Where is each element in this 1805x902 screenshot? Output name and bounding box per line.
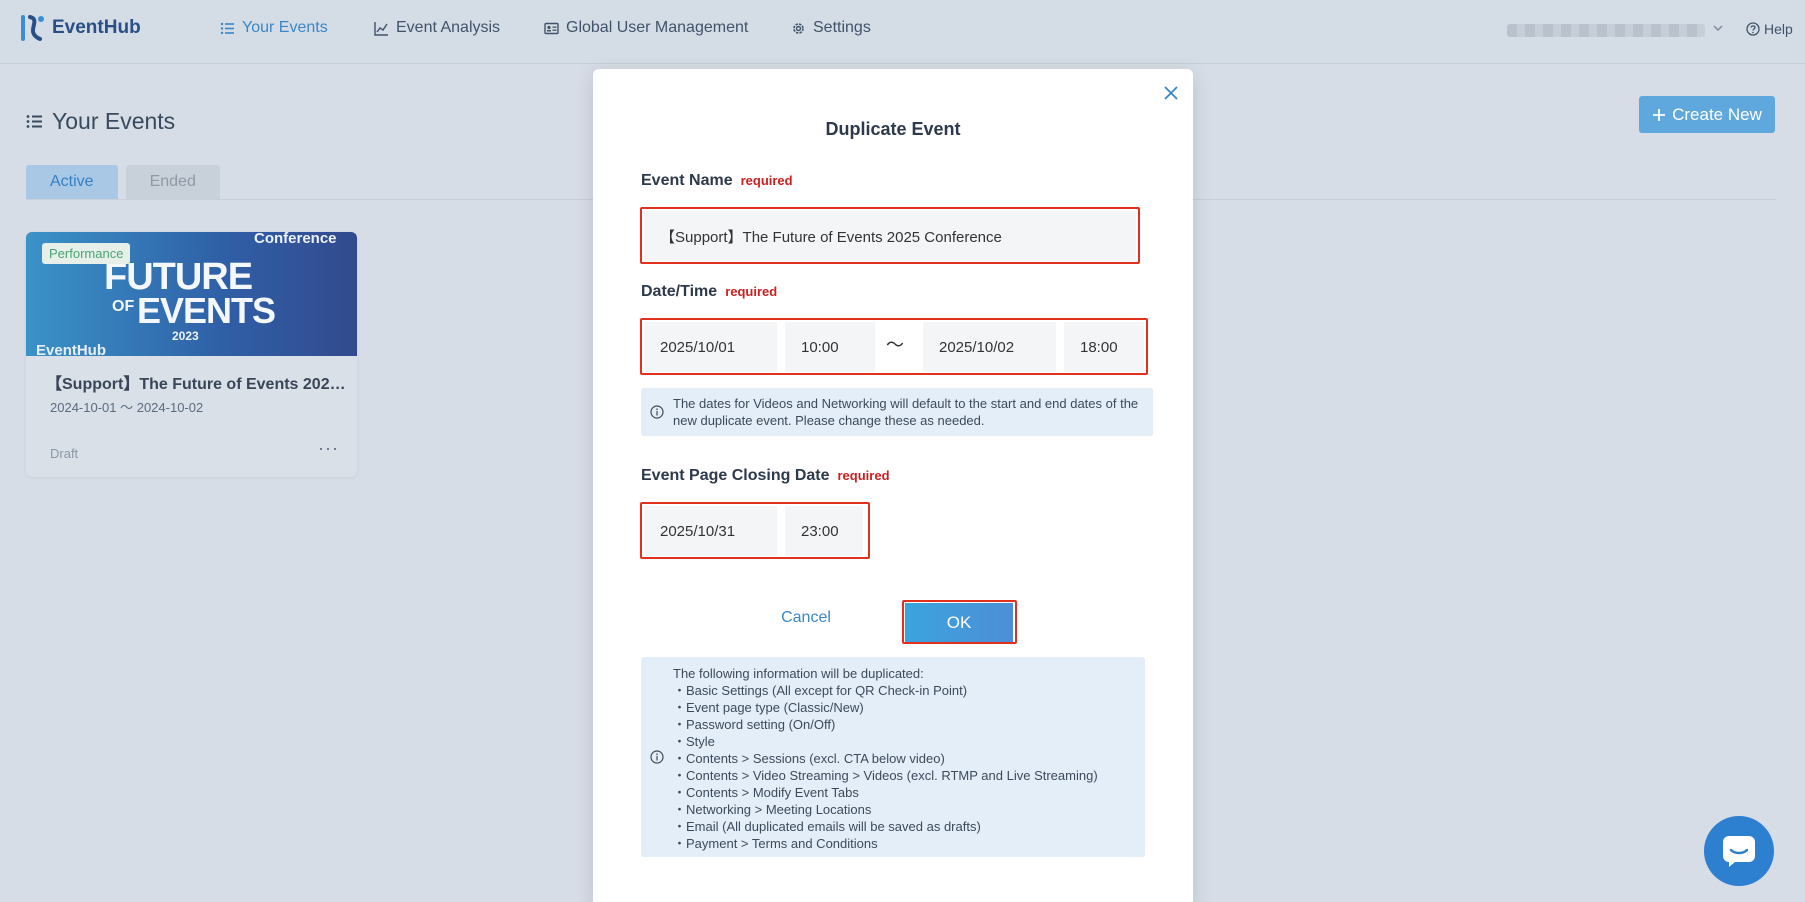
datetime-notice-text: The dates for Videos and Networking will… — [673, 396, 1139, 428]
eventhub-logo-icon — [21, 15, 44, 41]
required-marker: required — [725, 284, 778, 299]
list-item: ・Contents > Sessions (excl. CTA below vi… — [673, 751, 945, 766]
duplicate-event-dialog: Duplicate Event Event Name required 【Sup… — [593, 69, 1193, 902]
help-link[interactable]: Help — [1746, 21, 1793, 37]
help-label: Help — [1764, 21, 1793, 37]
nav-event-analysis-label: Event Analysis — [396, 19, 501, 36]
create-new-label: Create New — [1672, 104, 1762, 124]
duplicated-info-heading: The following information will be duplic… — [673, 666, 924, 681]
cancel-button[interactable]: Cancel — [771, 609, 841, 627]
event-tabs: Active Ended — [26, 165, 220, 199]
page-title: Your Events — [26, 108, 175, 135]
required-marker: required — [837, 468, 890, 483]
highlight-closing-date — [640, 502, 870, 559]
list-item: ・Contents > Video Streaming > Videos (ex… — [673, 768, 1098, 783]
user-menu[interactable] — [1507, 24, 1705, 37]
category-badge: Performance — [42, 243, 131, 264]
dialog-title: Duplicate Event — [825, 119, 961, 139]
nav-global-user-management[interactable]: Global User Management — [544, 19, 748, 37]
list-item: ・Style — [673, 734, 715, 749]
duplicated-info-notice: The following information will be duplic… — [641, 657, 1145, 857]
highlight-ok-button — [902, 600, 1017, 644]
banner-brand-text: EventHub — [36, 342, 107, 359]
event-card-status: Draft — [50, 446, 79, 461]
list-item: ・Contents > Modify Event Tabs — [673, 785, 859, 800]
highlight-event-name — [640, 207, 1140, 264]
list-icon — [26, 115, 42, 128]
gear-icon — [793, 22, 804, 34]
event-name-label-text: Event Name — [641, 172, 733, 189]
required-marker: required — [740, 173, 793, 188]
question-circle-icon — [1746, 22, 1760, 36]
nav-event-analysis[interactable]: Event Analysis — [374, 19, 500, 37]
logo[interactable]: EventHub — [20, 14, 141, 42]
top-nav: EventHub Your Events Event Analysis Glob… — [0, 0, 1805, 64]
banner-of-text: OF — [112, 298, 135, 315]
nav-your-events[interactable]: Your Events — [220, 19, 328, 37]
closing-date-label: Event Page Closing Date required — [641, 467, 890, 485]
duplicated-info-list: The following information will be duplic… — [673, 665, 1098, 852]
datetime-label-text: Date/Time — [641, 283, 718, 300]
datetime-notice: The dates for Videos and Networking will… — [641, 388, 1153, 436]
list-item: ・Password setting (On/Off) — [673, 717, 836, 732]
more-options-button[interactable]: ··· — [318, 438, 339, 459]
chat-icon — [1723, 836, 1755, 867]
info-icon — [650, 405, 664, 419]
list-item: ・Event page type (Classic/New) — [673, 700, 864, 715]
banner-conference-text: Conference — [254, 232, 337, 247]
nav-your-events-label: Your Events — [242, 19, 328, 36]
chat-button[interactable] — [1704, 816, 1774, 886]
id-card-icon — [544, 22, 559, 34]
nav-settings-label: Settings — [813, 19, 871, 36]
event-card-dates: 2024-10-01 〜 2024-10-02 — [50, 400, 204, 415]
event-card[interactable]: Conference FUTURE OF EVENTS 2023 EventHu… — [26, 232, 357, 477]
event-name-label: Event Name required — [641, 172, 793, 190]
event-card-banner: Conference FUTURE OF EVENTS 2023 EventHu… — [26, 232, 357, 359]
close-icon[interactable] — [1163, 85, 1179, 101]
banner-events-text: EVENTS — [137, 290, 276, 331]
create-new-button[interactable]: Create New — [1639, 96, 1775, 133]
list-item: ・Networking > Meeting Locations — [673, 802, 872, 817]
page-title-text: Your Events — [52, 108, 176, 134]
list-item: ・Basic Settings (All except for QR Check… — [673, 683, 968, 698]
plus-icon — [1653, 108, 1666, 121]
list-item: ・Payment > Terms and Conditions — [673, 836, 878, 851]
nav-global-user-management-label: Global User Management — [566, 19, 749, 36]
info-icon — [650, 750, 664, 764]
tab-ended[interactable]: Ended — [125, 165, 220, 199]
list-item: ・Email (All duplicated emails will be sa… — [673, 819, 981, 834]
chart-icon — [374, 21, 388, 36]
closing-date-label-text: Event Page Closing Date — [641, 467, 830, 484]
list-icon — [220, 22, 234, 34]
chevron-down-icon[interactable] — [1712, 22, 1724, 34]
tab-active[interactable]: Active — [26, 165, 118, 199]
datetime-label: Date/Time required — [641, 283, 777, 301]
highlight-datetime — [640, 318, 1148, 375]
event-card-title[interactable]: 【Support】The Future of Events 2025 Confe… — [46, 370, 346, 394]
banner-year-text: 2023 — [172, 329, 199, 343]
logo-text: EventHub — [52, 17, 141, 38]
nav-settings[interactable]: Settings — [791, 19, 871, 37]
